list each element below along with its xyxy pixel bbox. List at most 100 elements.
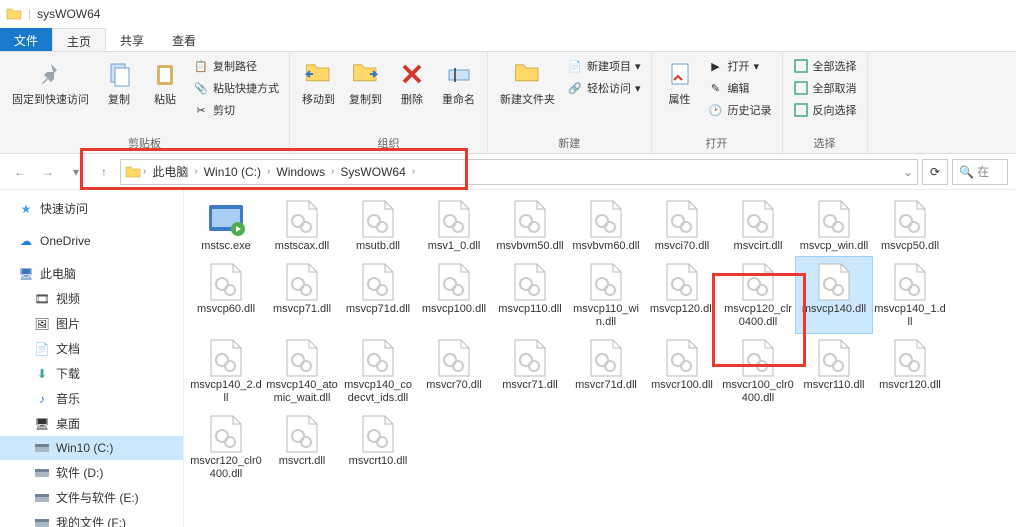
tab-view[interactable]: 查看: [158, 28, 210, 51]
edit-button[interactable]: ✎编辑: [708, 78, 772, 98]
file-item[interactable]: msvcr71d.dll: [568, 333, 644, 409]
sidebar-desktop[interactable]: 🖥桌面: [0, 411, 183, 436]
sidebar-drive-d[interactable]: 软件 (D:): [0, 460, 183, 485]
file-item[interactable]: mstsc.exe: [188, 194, 264, 257]
crumb-3[interactable]: SysWOW64: [336, 165, 409, 179]
sidebar-videos[interactable]: 🎞视频: [0, 286, 183, 311]
file-item[interactable]: msvcp_win.dll: [796, 194, 872, 257]
file-label: msvcr120.dll: [879, 379, 941, 392]
search-input[interactable]: 🔍 在: [952, 159, 1008, 185]
dll-icon: [357, 413, 399, 455]
sidebar-drive-f[interactable]: 我的文件 (F:): [0, 510, 183, 527]
file-label: msvcp71d.dll: [346, 303, 410, 316]
forward-button[interactable]: →: [36, 160, 60, 184]
easyaccess-button[interactable]: 🔗轻松访问▾: [567, 78, 641, 98]
file-item[interactable]: msvcp140_1.dll: [872, 257, 948, 333]
addressbar-dropdown[interactable]: ⌄: [903, 165, 913, 179]
file-item[interactable]: msvcr100.dll: [644, 333, 720, 409]
up-button[interactable]: ↑: [92, 160, 116, 184]
file-item[interactable]: msvcr71.dll: [492, 333, 568, 409]
back-button[interactable]: ←: [8, 160, 32, 184]
addressbar[interactable]: › 此电脑 › Win10 (C:) › Windows › SysWOW64 …: [120, 159, 918, 185]
sidebar-thispc[interactable]: 🖥此电脑: [0, 261, 183, 286]
selectnone-button[interactable]: 全部取消: [793, 78, 857, 98]
file-item[interactable]: msvcirt.dll: [720, 194, 796, 257]
file-item[interactable]: msvcp71d.dll: [340, 257, 416, 333]
pasteshortcut-button[interactable]: 📎粘贴快捷方式: [193, 78, 279, 98]
open-button[interactable]: ▶打开▾: [708, 56, 772, 76]
dll-icon: [205, 337, 247, 379]
refresh-button[interactable]: ⟳: [922, 159, 948, 185]
tab-home[interactable]: 主页: [52, 28, 106, 51]
file-item[interactable]: msvci70.dll: [644, 194, 720, 257]
file-item[interactable]: msvcr120.dll: [872, 333, 948, 409]
newitem-button[interactable]: 📄新建项目▾: [567, 56, 641, 76]
selectall-button[interactable]: 全部选择: [793, 56, 857, 76]
invertsel-button[interactable]: 反向选择: [793, 100, 857, 120]
tab-share[interactable]: 共享: [106, 28, 158, 51]
file-item[interactable]: msvcp140_codecvt_ids.dll: [340, 333, 416, 409]
crumb-1[interactable]: Win10 (C:): [200, 165, 265, 179]
file-item[interactable]: msvcr70.dll: [416, 333, 492, 409]
file-item[interactable]: msvcp120.dll: [644, 257, 720, 333]
window-title: sysWOW64: [37, 7, 100, 21]
file-item[interactable]: msvcp71.dll: [264, 257, 340, 333]
crumb-0[interactable]: 此电脑: [148, 163, 192, 180]
file-item[interactable]: msvcp140_atomic_wait.dll: [264, 333, 340, 409]
file-item[interactable]: msvcrt10.dll: [340, 409, 416, 485]
file-item[interactable]: msvcp60.dll: [188, 257, 264, 333]
file-item[interactable]: msutb.dll: [340, 194, 416, 257]
file-item[interactable]: msvcp100.dll: [416, 257, 492, 333]
moveto-button[interactable]: 移动到: [296, 54, 341, 111]
file-item[interactable]: msvcp50.dll: [872, 194, 948, 257]
sidebar-drive-c[interactable]: Win10 (C:): [0, 436, 183, 460]
ribbon-tabs: 文件 主页 共享 查看: [0, 28, 1016, 52]
file-item[interactable]: msvcrt.dll: [264, 409, 340, 485]
file-item[interactable]: msvcp110.dll: [492, 257, 568, 333]
file-item[interactable]: msvcr100_clr0400.dll: [720, 333, 796, 409]
chevron-down-icon: ▾: [635, 60, 641, 73]
sidebar-onedrive[interactable]: ☁OneDrive: [0, 229, 183, 253]
copyto-button[interactable]: 复制到: [343, 54, 388, 111]
paste-button[interactable]: 粘贴: [143, 54, 187, 111]
copypath-button[interactable]: 📋复制路径: [193, 56, 279, 76]
recent-dropdown[interactable]: ▾: [64, 160, 88, 184]
delete-button[interactable]: 删除: [390, 54, 434, 111]
sidebar-drive-e[interactable]: 文件与软件 (E:): [0, 485, 183, 510]
doc-icon: 📄: [34, 341, 50, 357]
rename-button[interactable]: 重命名: [436, 54, 481, 111]
file-item[interactable]: msv1_0.dll: [416, 194, 492, 257]
sidebar-pictures[interactable]: 🖼图片: [0, 311, 183, 336]
file-item[interactable]: msvcp140_2.dll: [188, 333, 264, 409]
sidebar-quickaccess[interactable]: ★快速访问: [0, 196, 183, 221]
pin-button[interactable]: 固定到快速访问: [6, 54, 95, 111]
file-label: msvcr70.dll: [426, 379, 482, 392]
crumb-2[interactable]: Windows: [272, 165, 329, 179]
sidebar-music[interactable]: ♪音乐: [0, 386, 183, 411]
rename-icon: [443, 58, 475, 90]
file-item[interactable]: msvcr120_clr0400.dll: [188, 409, 264, 485]
selectall-icon: [793, 58, 809, 74]
history-button[interactable]: 🕑历史记录: [708, 100, 772, 120]
file-item[interactable]: msvcp120_clr0400.dll: [720, 257, 796, 333]
dll-icon: [509, 337, 551, 379]
desktop-icon: 🖥: [34, 416, 50, 432]
sidebar-documents[interactable]: 📄文档: [0, 336, 183, 361]
file-item[interactable]: msvcp140.dll: [796, 257, 872, 333]
file-item[interactable]: msvbvm50.dll: [492, 194, 568, 257]
sidebar-downloads[interactable]: ⬇下载: [0, 361, 183, 386]
file-item[interactable]: msvcp110_win.dll: [568, 257, 644, 333]
qat-sep: |: [28, 7, 31, 21]
copy-button[interactable]: 复制: [97, 54, 141, 111]
dll-icon: [737, 261, 779, 303]
newfolder-button[interactable]: 新建文件夹: [494, 54, 561, 111]
dll-icon: [433, 337, 475, 379]
file-item[interactable]: msvbvm60.dll: [568, 194, 644, 257]
folder-icon: [6, 6, 22, 22]
cut-button[interactable]: ✂剪切: [193, 100, 279, 120]
properties-button[interactable]: 属性: [658, 54, 702, 111]
file-item[interactable]: msvcr110.dll: [796, 333, 872, 409]
shortcut-icon: 📎: [193, 80, 209, 96]
tab-file[interactable]: 文件: [0, 28, 52, 51]
file-item[interactable]: mstscax.dll: [264, 194, 340, 257]
